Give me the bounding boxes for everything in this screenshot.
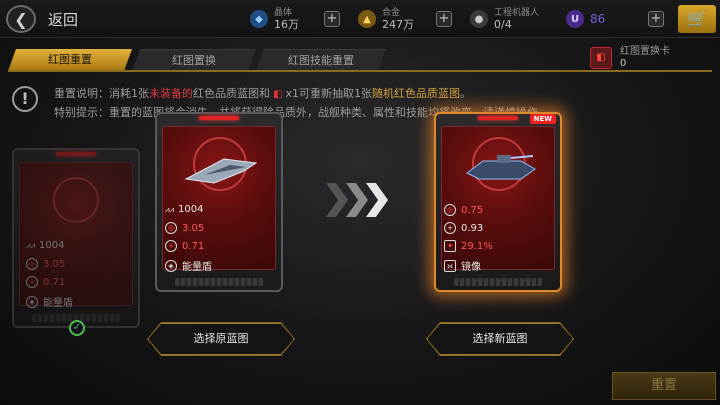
warning-icon: ! bbox=[12, 86, 38, 112]
stat-value: 0.75 bbox=[461, 204, 484, 216]
tab-red-reset[interactable]: 红图重置 bbox=[8, 49, 132, 71]
stat-1: ◎ 3.05 bbox=[26, 258, 65, 270]
resource-value: 247万 bbox=[382, 18, 414, 31]
notice-highlight: 随机红色品质蓝图 bbox=[371, 87, 460, 100]
resource-premium: U 86 bbox=[566, 5, 605, 33]
new-blueprint-card[interactable]: NEW ◎ 0.75 +0.93 ✦ 29.1% ⟗ 镜像 bbox=[434, 112, 562, 292]
reset-card-counter: ◧ 红图置换卡 0 bbox=[590, 46, 670, 70]
stat-1: ◎ 3.05 bbox=[165, 222, 204, 234]
u-coin-icon: U bbox=[566, 10, 584, 28]
robot-icon: ● bbox=[470, 10, 488, 28]
add-crystal-button[interactable]: + bbox=[324, 11, 340, 27]
skill: ◈ 能量盾 bbox=[165, 258, 212, 273]
previous-blueprint-card: ⩘⩘ 1004 ◎ 3.05 +0.71 ◈ 能量盾 bbox=[12, 148, 140, 328]
shield-icon: ◈ bbox=[165, 259, 177, 272]
original-blueprint-card[interactable]: ⩘⩘ 1004 ◎ 3.05 +0.71 ◈ 能量盾 bbox=[155, 112, 283, 292]
back-label: 返回 bbox=[48, 11, 79, 29]
notice-text: 。 bbox=[459, 87, 471, 100]
chevron-left-icon: ❮ bbox=[14, 9, 28, 29]
target-icon: ◎ bbox=[444, 204, 456, 216]
crosshair-icon: + bbox=[165, 240, 177, 252]
stat-value: 0.71 bbox=[43, 276, 66, 288]
power-stat: ⩘⩘ 1004 bbox=[26, 240, 65, 251]
skill-name: 能量盾 bbox=[182, 262, 212, 273]
reset-button[interactable]: 重置 bbox=[612, 372, 716, 400]
tab-underline bbox=[8, 70, 712, 72]
card-icon: ◧ bbox=[273, 89, 283, 100]
tab-red-swap[interactable]: 红图置换 bbox=[132, 49, 256, 71]
target-icon: ◎ bbox=[165, 222, 177, 234]
shop-cart-button[interactable]: 🛒 bbox=[678, 5, 716, 33]
ship-icon bbox=[466, 155, 536, 180]
select-new-button[interactable]: 选择新蓝图 bbox=[427, 323, 573, 355]
skill: ◈ 能量盾 bbox=[26, 294, 73, 309]
stat-value: 3.05 bbox=[182, 222, 205, 234]
skill: ⟗ 镜像 bbox=[444, 258, 481, 273]
power-value: 1004 bbox=[39, 240, 65, 251]
add-premium-button[interactable]: + bbox=[648, 11, 664, 27]
target-icon: ◎ bbox=[26, 258, 38, 270]
reset-card-label: 红图置换卡 bbox=[620, 46, 670, 57]
add-alloy-button[interactable]: + bbox=[436, 11, 452, 27]
stat-value: 29.1% bbox=[461, 240, 493, 252]
resource-robot: ● 工程机器人 0/4 bbox=[470, 5, 539, 33]
resource-alloy: ▲ 合金 247万 bbox=[358, 5, 414, 33]
stat-value: 3.05 bbox=[43, 258, 66, 270]
skill-name: 能量盾 bbox=[43, 298, 73, 309]
resource-crystal: ◆ 晶体 16万 bbox=[250, 5, 299, 33]
top-bar: ❮ 返回 ◆ 晶体 16万 + ▲ 合金 247万 + ● 工程机器人 0/4 … bbox=[0, 0, 720, 38]
ship-icon bbox=[184, 158, 258, 184]
resource-value: 0/4 bbox=[494, 18, 512, 31]
stat-1: ◎ 0.75 bbox=[444, 204, 483, 216]
new-badge: NEW bbox=[529, 114, 556, 124]
notice-line-1: 重置说明：消耗1张未装备的红色品质蓝图和 ◧ x1可重新抽取1张随机红色品质蓝图。 bbox=[54, 85, 471, 101]
notice-text: 重置说明：消耗1张 bbox=[54, 87, 149, 100]
resource-value: 86 bbox=[590, 11, 606, 26]
reset-card-count: 0 bbox=[620, 58, 627, 69]
back-button[interactable]: ❮ bbox=[6, 5, 36, 33]
power-value: 1004 bbox=[178, 204, 204, 215]
stat-value: 0.93 bbox=[461, 222, 484, 234]
notice-highlight: 未装备的 bbox=[149, 87, 193, 100]
notice-text: x1可重新抽取1张 bbox=[285, 87, 372, 100]
shield-icon: ◈ bbox=[26, 295, 38, 308]
tab-red-skill-reset[interactable]: 红图技能重置 bbox=[256, 49, 386, 71]
stat-value: 0.71 bbox=[182, 240, 205, 252]
alloy-icon: ▲ bbox=[358, 10, 376, 28]
reset-card-icon: ◧ bbox=[590, 47, 612, 69]
stat-2: +0.93 bbox=[444, 222, 483, 234]
power-stat: ⩘⩘ 1004 bbox=[165, 204, 204, 215]
skill-name: 镜像 bbox=[461, 262, 481, 273]
notice-text: 红色品质蓝图和 bbox=[193, 87, 270, 100]
checkmark-icon: ✓ bbox=[69, 320, 85, 336]
stat-2: +0.71 bbox=[165, 240, 204, 252]
select-original-button[interactable]: 选择原蓝图 bbox=[148, 323, 294, 355]
crosshair-icon: + bbox=[26, 276, 38, 288]
missile-icon: ✦ bbox=[444, 240, 456, 252]
crystal-icon: ◆ bbox=[250, 10, 268, 28]
mirror-icon: ⟗ bbox=[444, 259, 456, 272]
resource-value: 16万 bbox=[274, 18, 299, 31]
cart-icon: 🛒 bbox=[687, 9, 707, 28]
crosshair-icon: + bbox=[444, 222, 456, 234]
stat-3: ✦ 29.1% bbox=[444, 240, 493, 252]
stat-2: +0.71 bbox=[26, 276, 65, 288]
